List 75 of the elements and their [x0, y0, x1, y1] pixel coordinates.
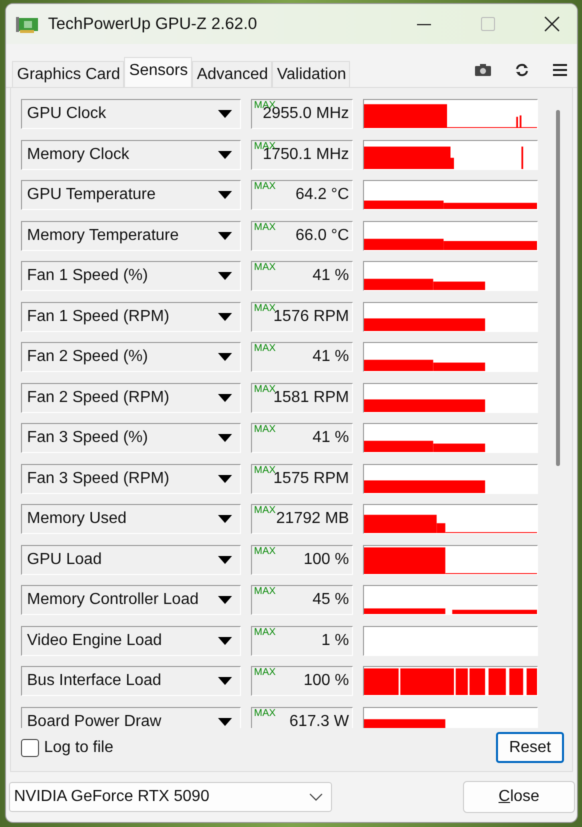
sensor-value: 1576 RPM — [273, 308, 349, 326]
checkbox-label: Log to file — [44, 738, 114, 756]
sensor-select[interactable]: Memory Temperature — [21, 220, 241, 250]
dropdown-arrow-icon — [218, 474, 232, 482]
sensor-select[interactable]: GPU Load — [21, 544, 241, 574]
max-label: MAX — [254, 181, 276, 192]
dropdown-arrow-icon — [218, 556, 232, 564]
sensor-value: 45 % — [312, 591, 349, 609]
sensor-value: 1581 RPM — [273, 388, 349, 406]
sensor-value: 100 % — [304, 550, 349, 568]
sensor-select[interactable]: Fan 1 Speed (RPM) — [21, 302, 241, 332]
sensor-value: 1575 RPM — [273, 470, 349, 488]
dropdown-arrow-icon — [218, 718, 232, 726]
dropdown-arrow-icon — [218, 636, 232, 644]
sensor-value: 41 % — [312, 348, 349, 366]
graphics-card-icon — [16, 15, 38, 33]
sensor-value: 41 % — [312, 429, 349, 447]
sensor-value: 1 % — [321, 632, 349, 650]
sensor-value: 41 % — [312, 267, 349, 285]
max-label: MAX — [254, 667, 276, 678]
dropdown-arrow-icon — [218, 272, 232, 280]
max-label: MAX — [254, 708, 276, 718]
dropdown-arrow-icon — [218, 596, 232, 604]
dropdown-arrow-icon — [218, 677, 232, 685]
window-title: TechPowerUp GPU-Z 2.62.0 — [48, 14, 258, 34]
sensor-select[interactable]: Memory Controller Load — [21, 585, 241, 615]
dropdown-arrow-icon — [218, 353, 232, 361]
sensor-value: 100 % — [304, 672, 349, 690]
tab[interactable]: Advanced — [192, 61, 272, 87]
sensor-value: 66.0 °C — [295, 226, 349, 244]
dropdown-arrow-icon — [218, 191, 232, 199]
sensor-select[interactable]: Memory Clock — [21, 140, 241, 170]
max-label: MAX — [254, 262, 276, 273]
dropdown-arrow-icon — [218, 150, 232, 158]
dropdown-arrow-icon — [218, 110, 232, 118]
menu-icon[interactable] — [553, 64, 567, 76]
sensor-select[interactable]: Video Engine Load — [21, 626, 241, 656]
sensor-select[interactable]: Fan 3 Speed (RPM) — [21, 464, 241, 494]
sensor-select[interactable]: Board Power Draw — [21, 706, 241, 728]
dropdown-arrow-icon — [218, 434, 232, 442]
refresh-icon[interactable] — [515, 63, 529, 77]
sensor-value: 21792 MB — [276, 510, 349, 528]
max-label: MAX — [254, 464, 276, 476]
close-button[interactable]: Close — [463, 781, 575, 813]
max-label: MAX — [254, 626, 276, 638]
camera-icon[interactable] — [475, 64, 491, 76]
sensor-select[interactable]: GPU Temperature — [21, 180, 241, 210]
dropdown-arrow-icon — [218, 394, 232, 402]
sensor-select[interactable]: Fan 2 Speed (%) — [21, 342, 241, 372]
sensor-select[interactable]: Fan 2 Speed (RPM) — [21, 382, 241, 412]
max-label: MAX — [254, 424, 276, 435]
sensor-value: 617.3 W — [289, 712, 349, 728]
tab[interactable]: Sensors — [124, 57, 192, 87]
dropdown-arrow-icon — [218, 312, 232, 320]
sensor-value: 64.2 °C — [295, 186, 349, 204]
checkbox[interactable] — [21, 738, 39, 756]
max-label: MAX — [254, 302, 276, 314]
max-label: MAX — [254, 222, 276, 232]
gpu-select[interactable]: NVIDIA GeForce RTX 5090 — [9, 782, 332, 812]
sensor-select[interactable]: Bus Interface Load — [21, 666, 241, 696]
max-label: MAX — [254, 546, 276, 556]
sensor-select[interactable]: Memory Used — [21, 504, 241, 534]
max-label: MAX — [254, 586, 276, 597]
sensor-select[interactable]: Fan 3 Speed (%) — [21, 423, 241, 453]
dropdown-arrow-icon — [218, 232, 232, 240]
reset-button[interactable]: Reset — [496, 732, 564, 763]
max-label: MAX — [254, 505, 276, 516]
dropdown-arrow-icon — [218, 515, 232, 523]
max-label: MAX — [254, 384, 276, 394]
sensor-select[interactable]: GPU Clock — [21, 99, 241, 129]
max-label: MAX — [254, 343, 276, 354]
sensor-select[interactable]: Fan 1 Speed (%) — [21, 261, 241, 291]
tab[interactable]: Validation — [272, 61, 350, 87]
tab[interactable]: Graphics Card — [12, 61, 124, 87]
chevron-down-icon — [309, 793, 323, 801]
